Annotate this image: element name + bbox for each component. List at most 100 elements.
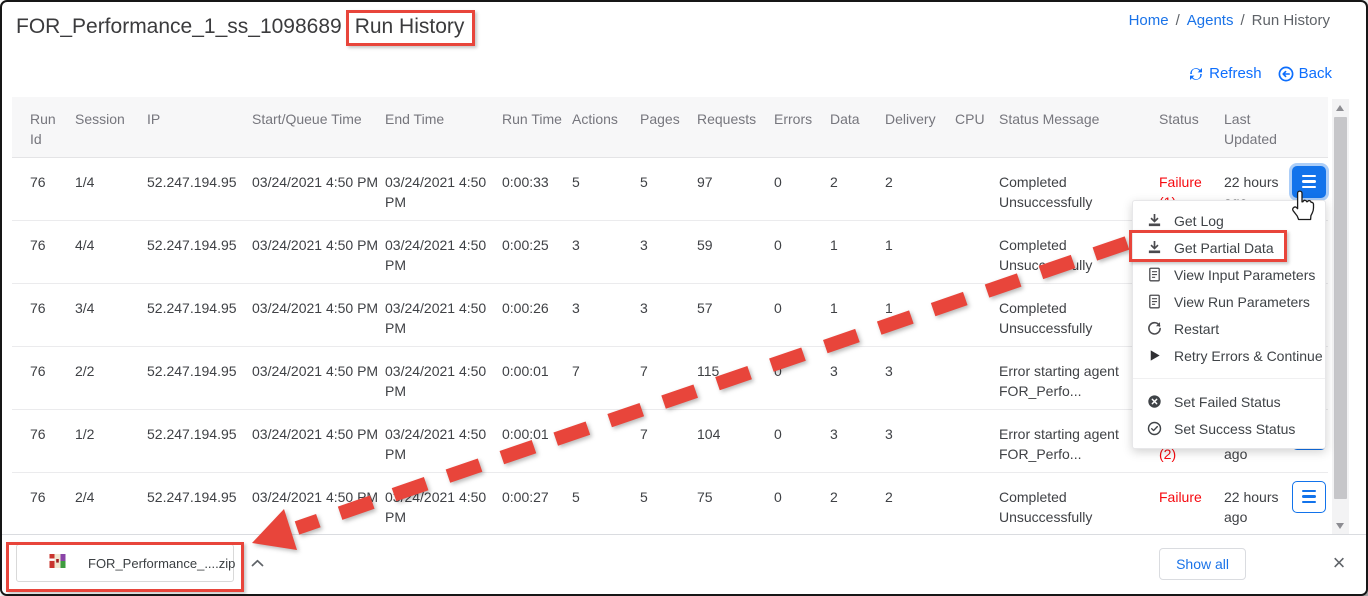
cell-data: 2 bbox=[830, 157, 885, 220]
cell-data: 1 bbox=[830, 220, 885, 283]
success-circle-icon bbox=[1147, 421, 1162, 436]
cell-errors: 0 bbox=[774, 472, 830, 535]
cell-ip: 52.247.194.95 bbox=[147, 409, 252, 472]
breadcrumb-separator: / bbox=[1240, 12, 1244, 29]
cell-data: 1 bbox=[830, 283, 885, 346]
play-icon bbox=[1147, 348, 1162, 363]
row-context-menu: Get Log Get Partial Data View Input Para… bbox=[1132, 200, 1326, 449]
col-cpu: CPU bbox=[955, 97, 999, 157]
cell-start-queue-time: 03/24/2021 4:50 PM bbox=[252, 409, 385, 472]
col-start-queue-time: Start/Queue Time bbox=[252, 97, 385, 157]
menu-item-view-input-parameters[interactable]: View Input Parameters bbox=[1133, 261, 1325, 288]
cell-run-id: 76 bbox=[12, 472, 75, 535]
cell-status-message: Completed Unsuccessfully bbox=[999, 472, 1159, 535]
show-all-button[interactable]: Show all bbox=[1159, 548, 1246, 580]
cell-cpu bbox=[955, 472, 999, 535]
download-file-name: FOR_Performance_....zip bbox=[88, 556, 235, 571]
cell-pages: 3 bbox=[640, 220, 697, 283]
page-title-run-history: Run History bbox=[346, 10, 476, 46]
cell-run-time: 0:00:33 bbox=[502, 157, 572, 220]
col-row-actions bbox=[1292, 97, 1328, 157]
cell-session: 1/4 bbox=[75, 157, 147, 220]
cell-run-id: 76 bbox=[12, 346, 75, 409]
cell-run-id: 76 bbox=[12, 409, 75, 472]
app-window: FOR_Performance_1_ss_1098689Run History … bbox=[0, 0, 1368, 596]
cell-delivery: 2 bbox=[885, 472, 955, 535]
cell-end-time: 03/24/2021 4:50 PM bbox=[385, 472, 502, 535]
close-download-bar-icon[interactable]: × bbox=[1324, 548, 1354, 578]
col-pages: Pages bbox=[640, 97, 697, 157]
refresh-label: Refresh bbox=[1209, 65, 1262, 82]
page-title-agent-name: FOR_Performance_1_ss_1098689 bbox=[16, 15, 342, 38]
chevron-up-icon[interactable] bbox=[251, 554, 264, 572]
col-run-time: Run Time bbox=[502, 97, 572, 157]
row-menu-button[interactable] bbox=[1292, 481, 1326, 513]
cell-actions: 7 bbox=[572, 409, 640, 472]
scroll-up-icon[interactable] bbox=[1336, 105, 1344, 111]
cell-end-time: 03/24/2021 4:50 PM bbox=[385, 409, 502, 472]
table-row: 76 3/4 52.247.194.95 03/24/2021 4:50 PM … bbox=[12, 283, 1328, 346]
menu-item-retry-errors-continue[interactable]: Retry Errors & Continue bbox=[1133, 342, 1325, 369]
scroll-down-icon[interactable] bbox=[1336, 523, 1344, 529]
cell-cpu bbox=[955, 220, 999, 283]
cell-errors: 0 bbox=[774, 157, 830, 220]
cell-actions: 3 bbox=[572, 283, 640, 346]
table-row: 76 2/4 52.247.194.95 03/24/2021 4:50 PM … bbox=[12, 472, 1328, 535]
menu-item-label: Set Failed Status bbox=[1174, 394, 1281, 410]
cell-last-updated: 22 hours ago bbox=[1224, 472, 1292, 535]
menu-item-set-success-status[interactable]: Set Success Status bbox=[1133, 415, 1325, 442]
table-row: 76 2/2 52.247.194.95 03/24/2021 4:50 PM … bbox=[12, 346, 1328, 409]
cell-session: 3/4 bbox=[75, 283, 147, 346]
menu-item-get-partial-data[interactable]: Get Partial Data bbox=[1133, 234, 1325, 261]
toolbar: Refresh Back bbox=[1188, 65, 1332, 82]
menu-item-set-failed-status[interactable]: Set Failed Status bbox=[1133, 388, 1325, 415]
download-icon bbox=[1147, 213, 1162, 228]
cell-requests: 104 bbox=[697, 409, 774, 472]
cell-delivery: 1 bbox=[885, 220, 955, 283]
cell-pages: 5 bbox=[640, 472, 697, 535]
cell-run-time: 0:00:27 bbox=[502, 472, 572, 535]
cell-start-queue-time: 03/24/2021 4:50 PM bbox=[252, 283, 385, 346]
breadcrumb-home-link[interactable]: Home bbox=[1129, 12, 1169, 29]
refresh-button[interactable]: Refresh bbox=[1188, 65, 1262, 82]
cell-end-time: 03/24/2021 4:50 PM bbox=[385, 346, 502, 409]
menu-item-view-run-parameters[interactable]: View Run Parameters bbox=[1133, 288, 1325, 315]
document-icon bbox=[1147, 294, 1162, 309]
cell-session: 4/4 bbox=[75, 220, 147, 283]
table-header-row: Run Id Session IP Start/Queue Time End T… bbox=[12, 97, 1328, 157]
cell-pages: 7 bbox=[640, 409, 697, 472]
breadcrumb: Home/Agents/Run History bbox=[1129, 12, 1330, 29]
cell-start-queue-time: 03/24/2021 4:50 PM bbox=[252, 346, 385, 409]
cell-ip: 52.247.194.95 bbox=[147, 220, 252, 283]
menu-item-restart[interactable]: Restart bbox=[1133, 315, 1325, 342]
cell-end-time: 03/24/2021 4:50 PM bbox=[385, 220, 502, 283]
col-errors: Errors bbox=[774, 97, 830, 157]
cell-delivery: 3 bbox=[885, 346, 955, 409]
table-row: 76 4/4 52.247.194.95 03/24/2021 4:50 PM … bbox=[12, 220, 1328, 283]
row-menu-button[interactable] bbox=[1292, 166, 1326, 198]
table-row: 76 1/2 52.247.194.95 03/24/2021 4:50 PM … bbox=[12, 409, 1328, 472]
download-icon bbox=[1147, 240, 1162, 255]
col-last-updated: Last Updated bbox=[1224, 97, 1292, 157]
table-scrollbar[interactable] bbox=[1332, 99, 1349, 535]
cell-errors: 0 bbox=[774, 220, 830, 283]
cell-data: 3 bbox=[830, 346, 885, 409]
menu-item-get-log[interactable]: Get Log bbox=[1133, 207, 1325, 234]
col-end-time: End Time bbox=[385, 97, 502, 157]
cell-data: 3 bbox=[830, 409, 885, 472]
cell-run-time: 0:00:26 bbox=[502, 283, 572, 346]
cell-actions: 5 bbox=[572, 157, 640, 220]
cell-errors: 0 bbox=[774, 283, 830, 346]
breadcrumb-agents-link[interactable]: Agents bbox=[1187, 12, 1234, 29]
cell-cpu bbox=[955, 283, 999, 346]
back-button[interactable]: Back bbox=[1278, 65, 1332, 82]
menu-item-label: Restart bbox=[1174, 321, 1219, 337]
cell-data: 2 bbox=[830, 472, 885, 535]
scrollbar-thumb[interactable] bbox=[1334, 117, 1347, 499]
download-chip[interactable]: FOR_Performance_....zip bbox=[16, 544, 234, 582]
failed-circle-icon bbox=[1147, 394, 1162, 409]
cell-run-time: 0:00:25 bbox=[502, 220, 572, 283]
col-delivery: Delivery bbox=[885, 97, 955, 157]
back-circle-icon bbox=[1278, 66, 1294, 82]
col-session: Session bbox=[75, 97, 147, 157]
